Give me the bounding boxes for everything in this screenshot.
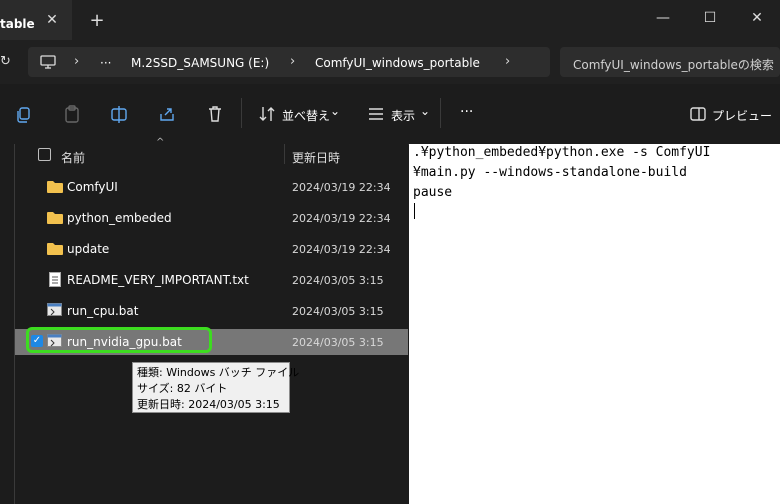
sort-icon[interactable] (257, 104, 277, 124)
toolbar-divider (440, 98, 441, 128)
breadcrumb-chevron-icon: › (74, 54, 80, 69)
file-list (0, 144, 408, 504)
breadcrumb-more[interactable]: ··· (100, 56, 111, 70)
preview-pane-icon[interactable] (688, 104, 708, 124)
sort-button[interactable]: 並べ替え (282, 107, 330, 124)
close-button[interactable]: ✕ (734, 4, 780, 32)
column-divider[interactable] (284, 144, 285, 164)
sort-dropdown-icon[interactable]: ⌄ (330, 104, 340, 118)
folder-icon (47, 181, 63, 193)
computer-icon[interactable] (40, 55, 56, 69)
rename-icon[interactable] (109, 104, 129, 124)
select-all-checkbox[interactable] (38, 148, 51, 161)
column-header-date[interactable]: 更新日時 (292, 149, 340, 166)
share-icon[interactable] (157, 104, 177, 124)
new-tab-icon[interactable]: + (88, 12, 106, 30)
maximize-button[interactable]: ☐ (687, 4, 733, 32)
file-date: 2024/03/19 22:34 (292, 212, 391, 225)
folder-icon (47, 243, 63, 255)
preview-pane[interactable] (409, 144, 780, 504)
file-date: 2024/03/05 3:15 (292, 305, 384, 318)
view-button[interactable]: 表示 (391, 107, 415, 124)
text-file-icon (49, 272, 61, 287)
copy-icon[interactable] (14, 104, 34, 124)
tab-close-icon[interactable]: ✕ (44, 12, 60, 28)
breadcrumb-chevron-icon[interactable]: › (505, 54, 510, 69)
file-date: 2024/03/05 3:15 (292, 274, 384, 287)
batch-file-icon (47, 303, 62, 316)
nav-pane-divider[interactable] (14, 144, 15, 504)
delete-icon[interactable] (205, 104, 225, 124)
text-caret (414, 203, 415, 219)
breadcrumb-chevron-icon: › (290, 54, 296, 69)
sort-indicator-icon: ^ (156, 137, 165, 148)
tooltip-type: 種類: Windows バッチ ファイル (137, 366, 300, 379)
file-name[interactable]: python_embeded (67, 211, 172, 225)
view-dropdown-icon[interactable]: ⌄ (420, 104, 430, 118)
more-options-icon[interactable]: ··· (460, 104, 473, 120)
annotation-highlight-box (26, 327, 212, 353)
breadcrumb-drive[interactable]: M.2SSD_SAMSUNG (E:) (131, 56, 269, 70)
paste-icon[interactable] (62, 104, 82, 124)
minimize-button[interactable]: — (640, 4, 686, 32)
refresh-icon[interactable]: ↻ (0, 54, 11, 69)
file-name[interactable]: update (67, 242, 109, 256)
file-name[interactable]: README_VERY_IMPORTANT.txt (67, 273, 249, 287)
column-header-name[interactable]: 名前 (61, 149, 85, 166)
tooltip-size: サイズ: 82 バイト (137, 382, 228, 395)
file-date: 2024/03/19 22:34 (292, 181, 391, 194)
breadcrumb-folder[interactable]: ComfyUI_windows_portable (315, 56, 480, 70)
preview-button[interactable]: プレビュー (712, 107, 772, 124)
folder-icon (47, 212, 63, 224)
preview-line: .¥python_embeded¥python.exe -s ComfyUI (413, 145, 711, 160)
file-name[interactable]: run_cpu.bat (67, 304, 138, 318)
view-icon[interactable] (366, 104, 386, 124)
preview-line: ¥main.py --windows-standalone-build (413, 165, 687, 180)
file-date: 2024/03/19 22:34 (292, 243, 391, 256)
tab-title: table (0, 17, 35, 31)
preview-line: pause (413, 185, 453, 200)
file-date: 2024/03/05 3:15 (292, 336, 384, 349)
toolbar-divider (241, 98, 242, 128)
file-name[interactable]: ComfyUI (67, 180, 118, 194)
search-input[interactable]: ComfyUI_windows_portableの検索 (573, 56, 774, 73)
tooltip-date: 更新日時: 2024/03/05 3:15 (137, 398, 280, 411)
